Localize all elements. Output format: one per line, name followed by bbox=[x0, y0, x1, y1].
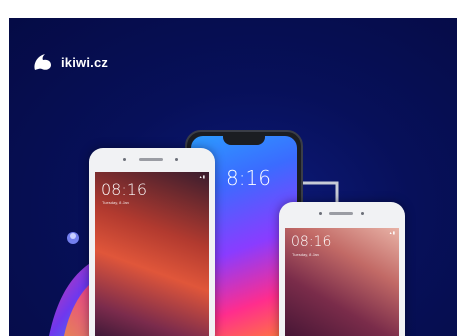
status-bar-icons: ▴ ▮ bbox=[199, 174, 205, 179]
lock-screen-time: 8:16 bbox=[226, 166, 271, 190]
kiwi-bird-icon bbox=[34, 54, 51, 70]
sensor bbox=[175, 158, 178, 161]
earpiece bbox=[139, 158, 163, 161]
lock-screen-date: Tuesday, 8 Jan bbox=[102, 200, 129, 205]
lock-screen-date: Tuesday, 8 Jan bbox=[292, 252, 319, 257]
notch bbox=[223, 136, 265, 145]
lock-screen-time: 08:16 bbox=[101, 180, 148, 199]
phone-left-screen: ▴ ▮ 08:16 Tuesday, 8 Jan bbox=[95, 172, 209, 336]
phone-left: ▴ ▮ 08:16 Tuesday, 8 Jan bbox=[89, 148, 215, 336]
lock-screen-time: 08:16 bbox=[291, 234, 332, 250]
front-camera bbox=[123, 158, 126, 161]
front-camera bbox=[319, 212, 322, 215]
sensor bbox=[361, 212, 364, 215]
brand-name: ikiwi.cz bbox=[61, 54, 109, 70]
promo-banner: ikiwi.cz 8:16 ▴ ▮ 08:16 Tuesday, 8 Jan ▴… bbox=[9, 18, 457, 336]
status-bar-icons: ▴ ▮ bbox=[389, 230, 395, 235]
phone-right-screen: ▴ ▮ 08:16 Tuesday, 8 Jan bbox=[285, 228, 399, 336]
phone-right: ▴ ▮ 08:16 Tuesday, 8 Jan bbox=[279, 202, 405, 336]
brand-logo[interactable]: ikiwi.cz bbox=[31, 50, 108, 74]
earpiece bbox=[329, 212, 353, 215]
